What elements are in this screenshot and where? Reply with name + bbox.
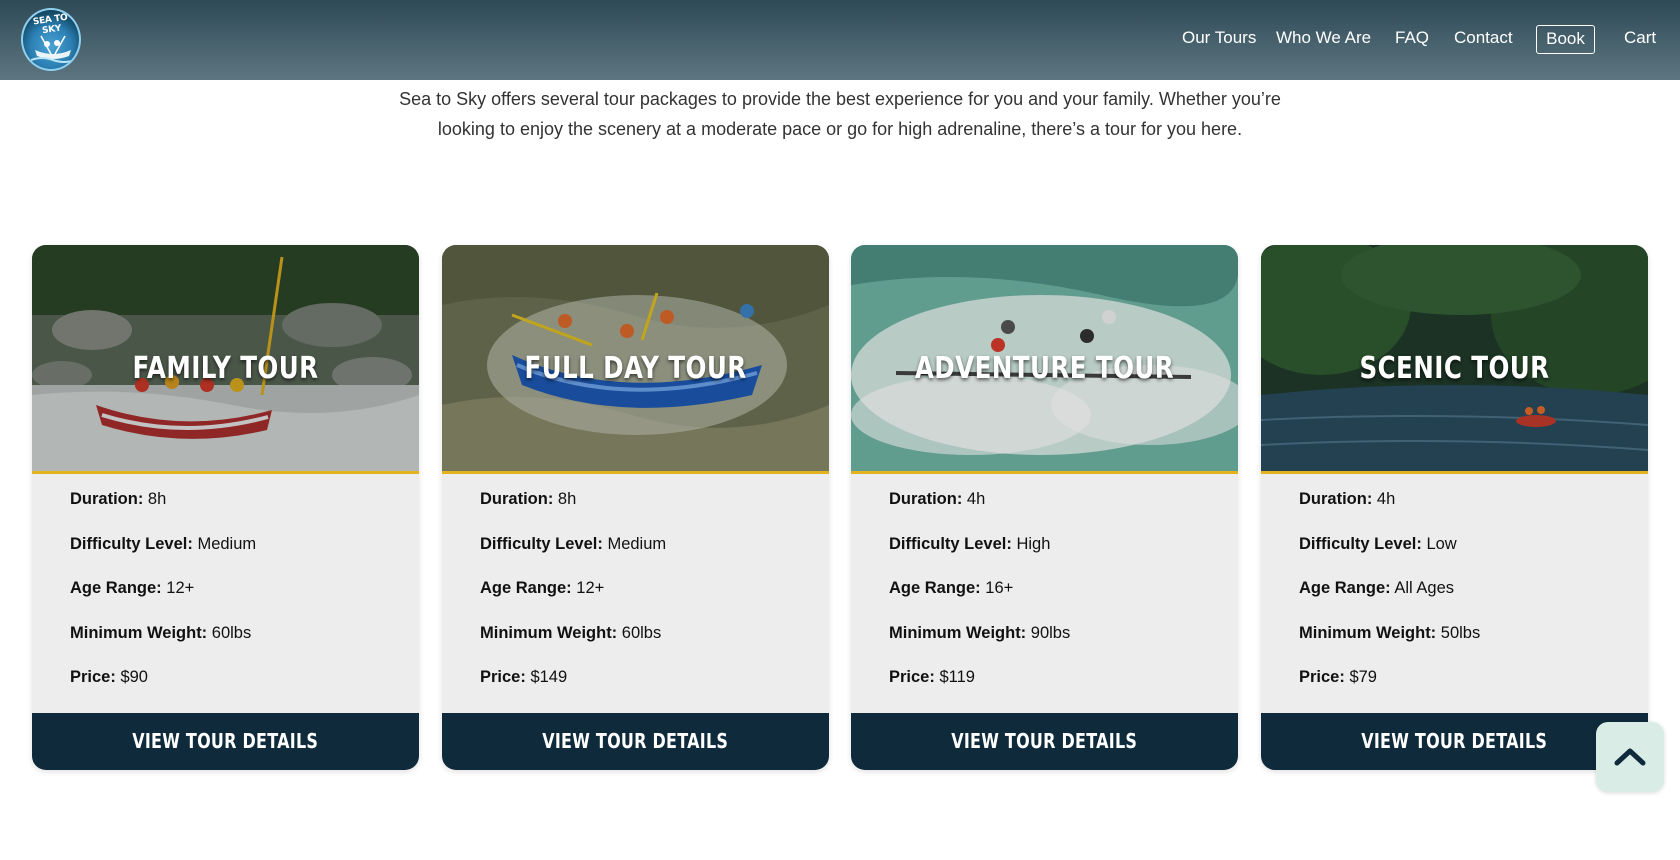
view-tour-details-button[interactable]: VIEW TOUR DETAILS (851, 713, 1238, 770)
tour-title: FAMILY TOUR (132, 351, 319, 386)
view-tour-details-button[interactable]: VIEW TOUR DETAILS (442, 713, 829, 770)
tour-title: FULL DAY TOUR (524, 351, 747, 386)
difficulty-row: Difficulty Level: Low (1299, 534, 1457, 553)
intro-line-1: Sea to Sky offers several tour packages … (399, 89, 1281, 109)
site-header: SEA TO SKY Our Tours Who We Are FAQ Cont… (0, 0, 1680, 80)
tour-image-family: FAMILY TOUR (32, 245, 419, 471)
nav-our-tours[interactable]: Our Tours (1182, 28, 1256, 48)
card-divider (442, 471, 829, 474)
intro-line-2: looking to enjoy the scenery at a modera… (437, 119, 1243, 139)
duration-row: Duration: 8h (480, 490, 577, 508)
back-to-top-button[interactable] (1596, 722, 1664, 792)
card-divider (32, 471, 419, 474)
age-row: Age Range: 16+ (889, 579, 1014, 597)
difficulty-row: Difficulty Level: Medium (480, 534, 667, 553)
tour-card-adventure: ADVENTURE TOUR Duration: 4h Difficulty L… (851, 245, 1238, 770)
tour-info: Duration: 8h Difficulty Level: Medium Ag… (480, 490, 666, 713)
duration-row: Duration: 8h (70, 490, 167, 508)
tour-card-full-day: FULL DAY TOUR Duration: 8h Difficulty Le… (442, 245, 829, 770)
card-divider (1261, 471, 1648, 474)
chevron-up-icon (1614, 748, 1646, 766)
sea-to-sky-logo[interactable]: SEA TO SKY (21, 8, 81, 71)
nav-cart[interactable]: Cart (1624, 28, 1656, 48)
tour-title: SCENIC TOUR (1359, 351, 1550, 386)
tour-info: Duration: 4h Difficulty Level: Low Age R… (1299, 490, 1480, 713)
duration-row: Duration: 4h (1299, 490, 1396, 508)
price-row: Price: $119 (889, 668, 975, 686)
nav-who-we-are[interactable]: Who We Are (1276, 28, 1371, 48)
view-tour-details-button[interactable]: VIEW TOUR DETAILS (1261, 713, 1648, 770)
price-row: Price: $79 (1299, 668, 1377, 686)
card-divider (851, 471, 1238, 474)
tour-card-family: FAMILY TOUR Duration: 8h Difficulty Leve… (32, 245, 419, 770)
nav-book-button[interactable]: Book (1536, 25, 1595, 54)
tour-image-adventure: ADVENTURE TOUR (851, 245, 1238, 471)
raft-logo-icon (31, 35, 75, 63)
age-row: Age Range: 12+ (480, 579, 605, 597)
tour-info: Duration: 8h Difficulty Level: Medium Ag… (70, 490, 256, 713)
tour-image-full-day: FULL DAY TOUR (442, 245, 829, 471)
intro-paragraph: Sea to Sky offers several tour packages … (380, 84, 1300, 144)
price-row: Price: $90 (70, 668, 148, 686)
age-row: Age Range: All Ages (1299, 579, 1454, 597)
difficulty-row: Difficulty Level: High (889, 534, 1051, 553)
age-row: Age Range: 12+ (70, 579, 195, 597)
tour-card-scenic: SCENIC TOUR Duration: 4h Difficulty Leve… (1261, 245, 1648, 770)
weight-row: Minimum Weight: 60lbs (70, 623, 252, 642)
tour-image-scenic: SCENIC TOUR (1261, 245, 1648, 471)
nav-faq[interactable]: FAQ (1395, 28, 1429, 48)
nav-contact[interactable]: Contact (1454, 28, 1513, 48)
weight-row: Minimum Weight: 90lbs (889, 623, 1071, 642)
price-row: Price: $149 (480, 668, 568, 686)
view-tour-details-button[interactable]: VIEW TOUR DETAILS (32, 713, 419, 770)
duration-row: Duration: 4h (889, 490, 986, 508)
tour-title: ADVENTURE TOUR (914, 351, 1175, 386)
tour-info: Duration: 4h Difficulty Level: High Age … (889, 490, 1070, 713)
weight-row: Minimum Weight: 50lbs (1299, 623, 1481, 642)
weight-row: Minimum Weight: 60lbs (480, 623, 662, 642)
difficulty-row: Difficulty Level: Medium (70, 534, 257, 553)
